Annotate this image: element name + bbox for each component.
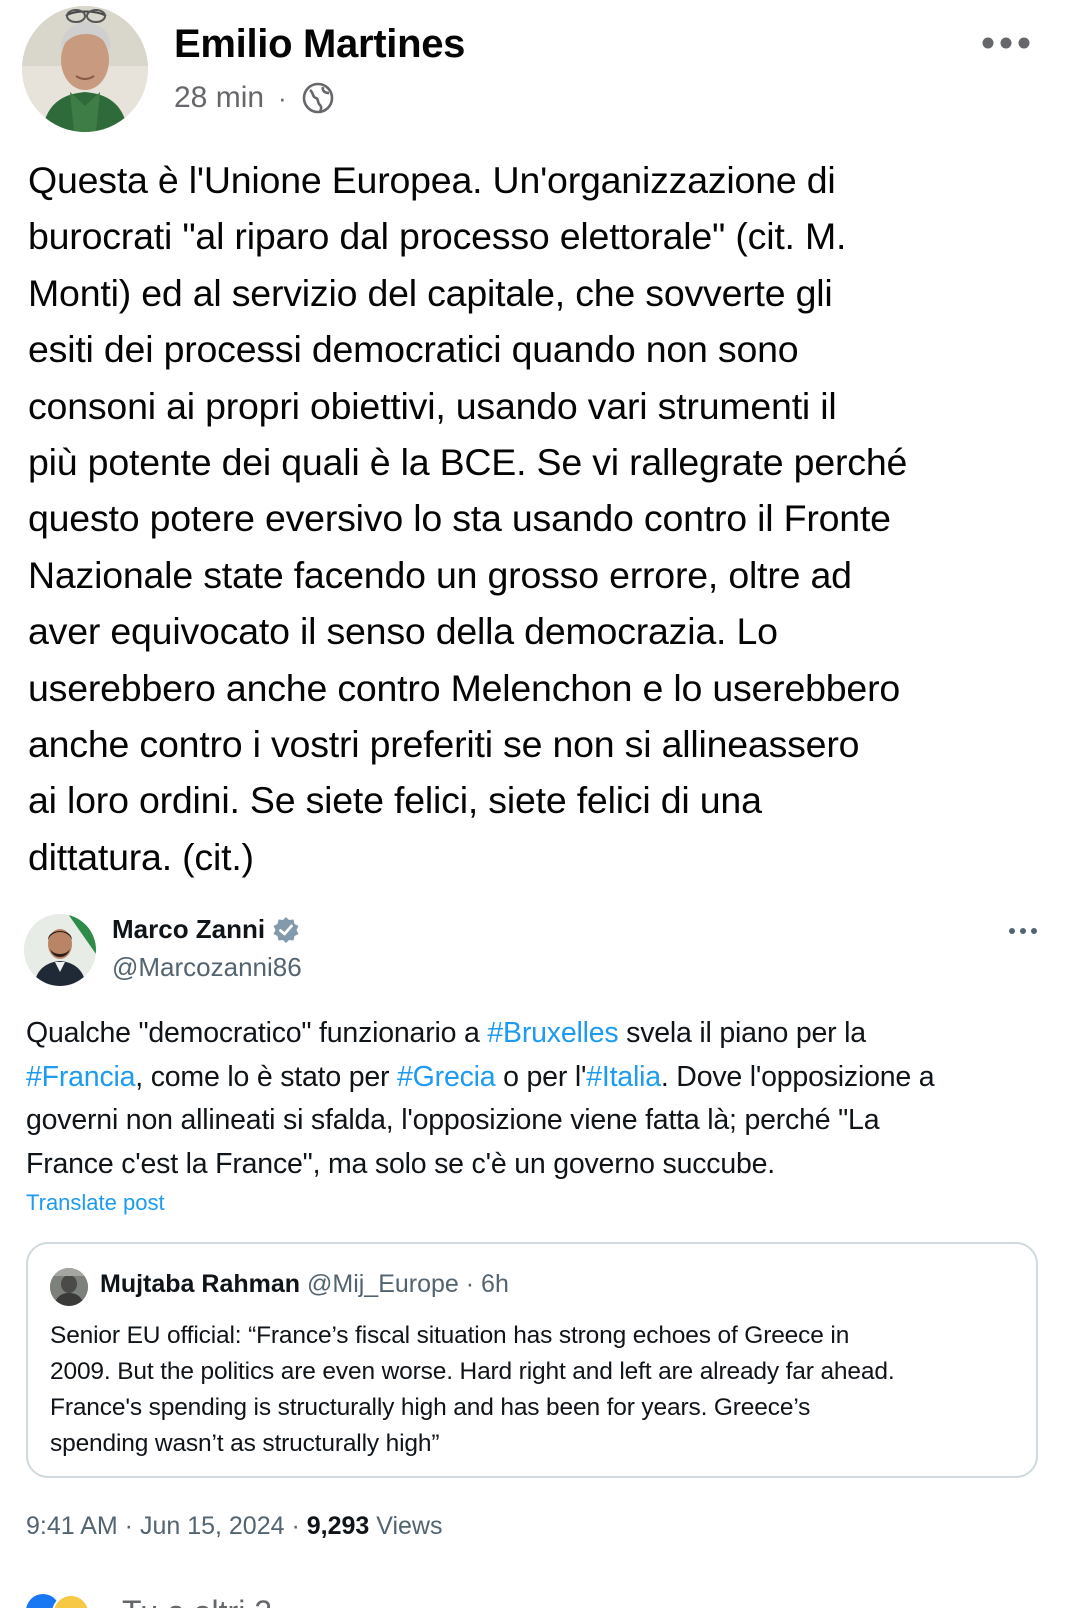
post-text-line: userebbero anche contro Melenchon e lo u…	[28, 666, 901, 709]
tweet-text-segment: , come lo è stato per	[135, 1060, 398, 1093]
meta-separator: ·	[278, 82, 287, 113]
author-name[interactable]: Emilio Martines	[174, 22, 465, 67]
globe-icon[interactable]	[301, 81, 335, 115]
quoted-time: · 6h	[465, 1270, 509, 1298]
post-text-line: aver equivocato il senso della democrazi…	[28, 610, 778, 653]
post-text-line: ai loro ordini. Se siete felici, siete f…	[28, 779, 762, 822]
quoted-header: Mujtaba Rahman @Mij_Europe · 6h	[100, 1270, 509, 1299]
post-text-line: anche contro i vostri preferiti se non s…	[28, 723, 860, 766]
tweet-author-name[interactable]: Marco Zanni	[112, 914, 265, 945]
hashtag-link[interactable]: #Grecia	[397, 1061, 496, 1093]
sad-icon	[52, 1594, 90, 1608]
post-text-line: Monti) ed al servizio del capitale, che …	[28, 271, 833, 314]
translate-post-link[interactable]: Translate post	[26, 1190, 165, 1216]
tweet-text-line: #Francia, come lo è stato per #Grecia o …	[26, 1056, 1056, 1100]
tweet-author-handle[interactable]: @Marcozanni86	[112, 952, 302, 983]
tweet-author-row: Marco Zanni	[112, 914, 301, 945]
tweet-text-line: France c'est la France", ma solo se c'è …	[26, 1147, 775, 1180]
verified-badge-icon	[271, 915, 301, 945]
quoted-text-line: France's spending is structurally high a…	[50, 1394, 811, 1421]
post-meta: 28 min ·	[174, 78, 335, 118]
post-text-line: consoni ai propri obiettivi, usando vari…	[28, 384, 837, 427]
tweet-text-line: Qualche "democratico" funzionario a #Bru…	[26, 1012, 1056, 1056]
hashtag-link[interactable]: #Francia	[26, 1061, 135, 1093]
quoted-text-line: spending wasn’t as structurally high”	[50, 1430, 440, 1457]
tweet-text-line: governi non allineati si sfalda, l'oppos…	[26, 1104, 880, 1136]
hashtag-link[interactable]: #Italia	[586, 1061, 661, 1093]
tweet-views-label: Views	[369, 1512, 443, 1540]
tweet-author-avatar[interactable]	[24, 914, 96, 986]
post-text-line: questo potere eversivo lo sta usando con…	[28, 497, 891, 540]
quoted-avatar-image	[50, 1268, 88, 1306]
post-text-line: dittatura. (cit.)	[28, 835, 254, 878]
hashtag-link[interactable]: #Bruxelles	[487, 1017, 618, 1049]
reactions-summary[interactable]: Tu e altri 2	[122, 1594, 272, 1608]
more-horizontal-icon[interactable]	[980, 34, 1032, 52]
author-avatar-image	[22, 6, 148, 132]
post-text-line: burocrati "al riparo dal processo eletto…	[28, 215, 847, 258]
quoted-author-avatar[interactable]	[50, 1268, 88, 1306]
reactions-row[interactable]: Tu e altri 2	[0, 1594, 1080, 1608]
tweet-text-segment: o per l'	[495, 1060, 587, 1093]
tweet-text-segment: Qualche "democratico" funzionario a	[26, 1017, 488, 1049]
quoted-author-handle[interactable]: @Mij_Europe	[307, 1270, 459, 1298]
post-text-line: più potente dei quali è la BCE. Se vi ra…	[28, 441, 908, 484]
quoted-text-line: Senior EU official: “France’s fiscal sit…	[50, 1322, 850, 1349]
tweet-text: Qualche "democratico" funzionario a #Bru…	[26, 1012, 1056, 1186]
quoted-tweet[interactable]: Mujtaba Rahman @Mij_Europe · 6h Senior E…	[26, 1242, 1038, 1478]
tweet-avatar-image	[24, 914, 96, 986]
post-time[interactable]: 28 min	[174, 81, 264, 115]
quoted-author-name[interactable]: Mujtaba Rahman	[100, 1270, 300, 1298]
tweet-text-segment: . Dove l'opposizione a	[660, 1060, 935, 1093]
tweet-views-count: 9,293	[306, 1512, 370, 1540]
post-text-line: Questa è l'Unione Europea. Un'organizzaz…	[28, 159, 836, 201]
post-text-line: Nazionale state facendo un grosso errore…	[28, 553, 852, 596]
post-header: Emilio Martines 28 min ·	[0, 0, 1080, 150]
post-text-line: esiti dei processi democratici quando no…	[28, 328, 799, 371]
post-text: Questa è l'Unione Europea. Un'organizzaz…	[28, 152, 1058, 885]
quoted-text: Senior EU official: “France’s fiscal sit…	[50, 1318, 1030, 1462]
embedded-tweet[interactable]: Marco Zanni @Marcozanni86 Qualche "democ…	[0, 900, 1080, 1608]
author-avatar[interactable]	[22, 6, 148, 132]
quoted-text-line: 2009. But the politics are even worse. H…	[50, 1358, 895, 1385]
tweet-text-segment: svela il piano per la	[618, 1017, 866, 1049]
tweet-more-icon[interactable]	[1008, 924, 1038, 938]
tweet-footer: 9:41 AM · Jun 15, 2024 · 9,293 Views	[26, 1512, 442, 1541]
tweet-timestamp[interactable]: 9:41 AM · Jun 15, 2024 ·	[26, 1512, 307, 1540]
